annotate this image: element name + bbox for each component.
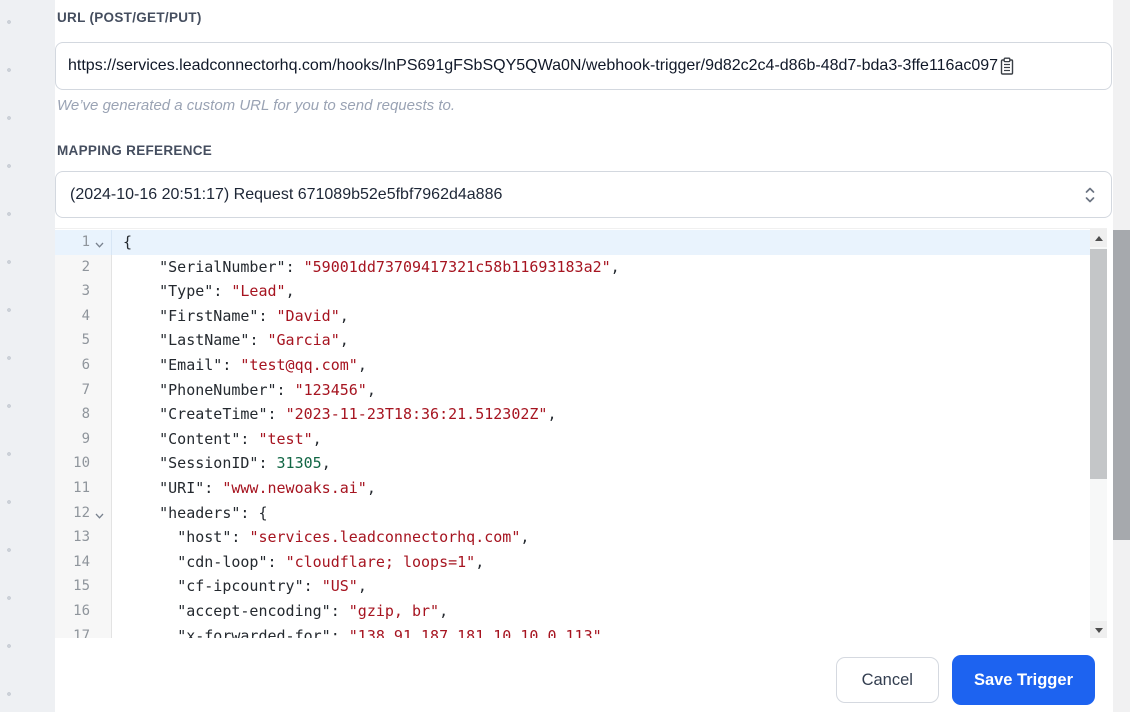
cancel-button[interactable]: Cancel [835, 657, 939, 703]
gutter-cell: 2 [55, 254, 112, 280]
gutter-cell: 13 [55, 525, 112, 550]
code-line-text: "SerialNumber": "59001dd73709417321c58b1… [159, 257, 620, 276]
gutter-cell: 10 [55, 451, 112, 476]
code-line-text: "FirstName": "David", [159, 306, 349, 325]
line-number: 9 [81, 430, 90, 447]
code-line-text: "cdn-loop": "cloudflare; loops=1", [177, 552, 485, 571]
code-line-text: "host": "services.leadconnectorhq.com", [177, 528, 530, 547]
line-number: 12 [73, 504, 90, 521]
gutter-cell: 4 [55, 303, 112, 329]
code-line[interactable]: 14 "cdn-loop": "cloudflare; loops=1", [55, 549, 1107, 575]
trigger-settings-panel: URL (POST/GET/PUT) https://services.lead… [55, 0, 1113, 712]
chevron-up-down-icon [1083, 185, 1097, 205]
code-line[interactable]: 15 "cf-ipcountry": "US", [55, 574, 1107, 599]
triangle-down-icon [1094, 627, 1103, 633]
code-line[interactable]: 7 "PhoneNumber": "123456", [55, 377, 1107, 403]
code-line-text: "URI": "www.newoaks.ai", [159, 478, 376, 497]
code-line[interactable]: 10 "SessionID": 31305, [55, 451, 1107, 476]
scroll-up-button[interactable] [1090, 229, 1107, 247]
gutter-cell: 5 [55, 328, 112, 353]
webhook-url-input[interactable]: https://services.leadconnectorhq.com/hoo… [55, 42, 1112, 90]
mapping-reference-selected-value: (2024-10-16 20:51:17) Request 671089b52e… [70, 185, 503, 203]
save-trigger-button[interactable]: Save Trigger [951, 655, 1095, 705]
fold-chevron-icon[interactable] [90, 513, 108, 519]
clipboard-copy-icon[interactable] [999, 57, 1015, 76]
line-number: 7 [81, 381, 90, 398]
fold-chevron-icon[interactable] [90, 242, 108, 249]
code-line-text: "accept-encoding": "gzip, br", [177, 601, 449, 620]
code-line-text: { [123, 233, 133, 251]
line-number: 17 [73, 627, 90, 639]
line-number: 2 [81, 258, 90, 275]
code-line-text: "CreateTime": "2023-11-23T18:36:21.51230… [159, 405, 557, 424]
editor-scrollbar[interactable] [1090, 229, 1107, 638]
line-number: 11 [73, 479, 90, 496]
code-line[interactable]: 9 "Content": "test", [55, 426, 1107, 452]
line-number: 5 [81, 332, 90, 349]
page-scrollbar-thumb[interactable] [1113, 230, 1130, 540]
gutter-cell: 7 [55, 377, 112, 403]
gutter-cell: 17 [55, 623, 112, 639]
code-line[interactable]: 6 "Email": "test@qq.com", [55, 352, 1107, 378]
code-line-text: "LastName": "Garcia", [159, 331, 349, 350]
code-line[interactable]: 3 "Type": "Lead", [55, 279, 1107, 304]
code-lines: 1{2 "SerialNumber": "59001dd73709417321c… [55, 230, 1107, 638]
line-number: 15 [73, 578, 90, 595]
code-line[interactable]: 17 "x-forwarded-for": "138.91.187.181,10… [55, 623, 1107, 639]
code-line[interactable]: 13 "host": "services.leadconnectorhq.com… [55, 525, 1107, 550]
workflow-canvas-background [0, 0, 55, 712]
code-line[interactable]: 8 "CreateTime": "2023-11-23T18:36:21.512… [55, 402, 1107, 427]
gutter-cell: 1 [55, 230, 112, 255]
editor-scrollbar-thumb[interactable] [1090, 249, 1107, 479]
mapping-reference-select[interactable]: (2024-10-16 20:51:17) Request 671089b52e… [55, 171, 1112, 218]
gutter-cell: 8 [55, 402, 112, 427]
modal-footer: Cancel Save Trigger [835, 655, 1095, 705]
code-line[interactable]: 5 "LastName": "Garcia", [55, 328, 1107, 353]
gutter-cell: 11 [55, 475, 112, 501]
code-line-text: "headers": { [159, 503, 268, 522]
line-number: 3 [81, 283, 90, 300]
line-number: 4 [81, 307, 90, 324]
mapping-reference-label: MAPPING REFERENCE [57, 143, 213, 158]
code-line-text: "cf-ipcountry": "US", [177, 577, 367, 596]
url-field-label: URL (POST/GET/PUT) [57, 10, 202, 25]
line-number: 10 [73, 455, 90, 472]
code-line[interactable]: 4 "FirstName": "David", [55, 303, 1107, 329]
gutter-cell: 15 [55, 574, 112, 599]
scroll-down-button[interactable] [1090, 621, 1107, 638]
code-line[interactable]: 11 "URI": "www.newoaks.ai", [55, 475, 1107, 501]
line-number: 14 [73, 553, 90, 570]
code-line-text: "Email": "test@qq.com", [159, 355, 367, 374]
line-number: 16 [73, 602, 90, 619]
line-number: 6 [81, 356, 90, 373]
code-line[interactable]: 2 "SerialNumber": "59001dd73709417321c58… [55, 254, 1107, 280]
code-editor[interactable]: 1{2 "SerialNumber": "59001dd73709417321c… [55, 228, 1107, 638]
gutter-cell: 3 [55, 279, 112, 304]
gutter-cell: 9 [55, 426, 112, 452]
webhook-url-value: https://services.leadconnectorhq.com/hoo… [68, 57, 999, 74]
code-line[interactable]: 12 "headers": { [55, 500, 1107, 526]
gutter-cell: 16 [55, 598, 112, 624]
url-helper-text: We’ve generated a custom URL for you to … [57, 97, 455, 114]
line-number: 13 [73, 529, 90, 546]
code-line[interactable]: 1{ [55, 230, 1107, 255]
code-line-text: "SessionID": 31305, [159, 454, 331, 473]
code-line-text: "Type": "Lead", [159, 282, 295, 301]
code-line-text: "x-forwarded-for": "138.91.187.181,10.10… [177, 626, 611, 639]
line-number: 8 [81, 406, 90, 423]
triangle-up-icon [1094, 235, 1103, 241]
line-number: 1 [81, 234, 90, 250]
gutter-cell: 6 [55, 352, 112, 378]
gutter-cell: 12 [55, 500, 112, 526]
page-scrollbar[interactable] [1113, 0, 1130, 712]
code-line-text: "PhoneNumber": "123456", [159, 380, 376, 399]
code-line[interactable]: 16 "accept-encoding": "gzip, br", [55, 598, 1107, 624]
gutter-cell: 14 [55, 549, 112, 575]
code-line-text: "Content": "test", [159, 429, 322, 448]
